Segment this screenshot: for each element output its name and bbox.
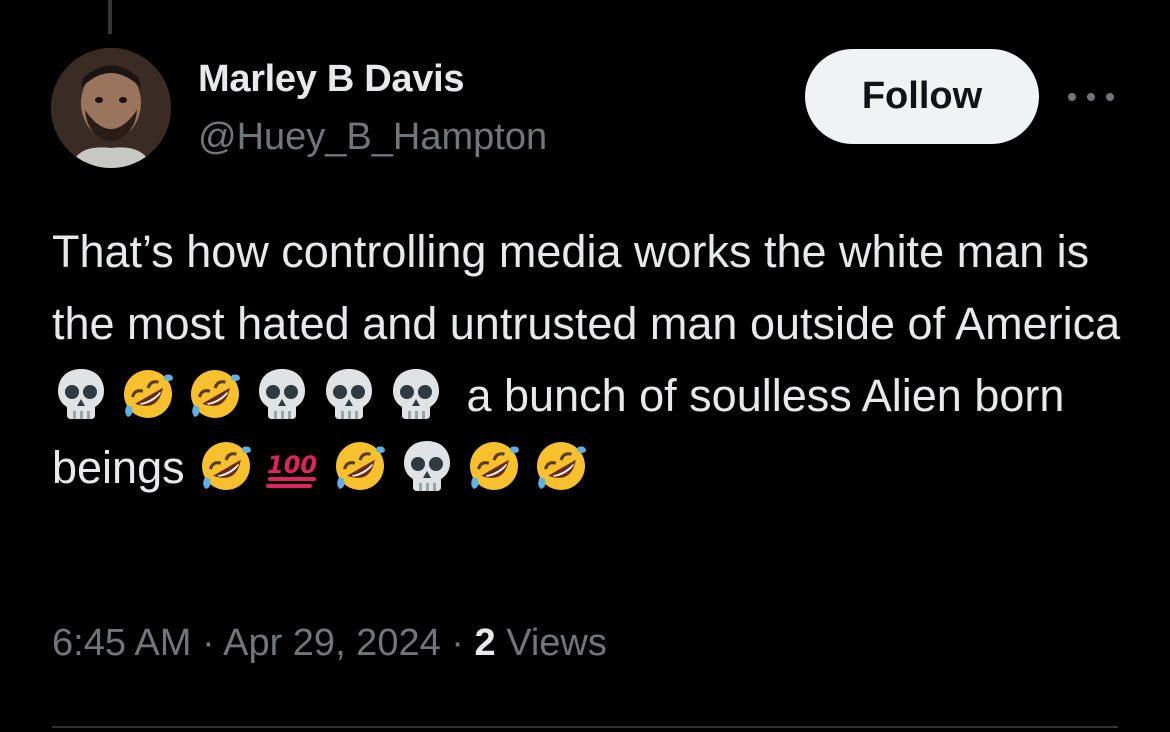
hundred-points-emoji-icon: 100 [264, 437, 322, 495]
tweet-text: That’s how controlling media works the w… [52, 216, 1132, 504]
follow-button[interactable]: Follow [805, 49, 1039, 144]
author-display-name[interactable]: Marley B Davis [198, 58, 464, 101]
meta-separator: · [440, 622, 475, 664]
views-count: 2 [474, 622, 496, 664]
rofl-emoji-icon [532, 437, 590, 495]
skull-emoji-icon [387, 365, 445, 423]
emoji-group-2: 100 [197, 441, 599, 493]
divider [52, 726, 1118, 728]
rofl-emoji-icon [331, 437, 389, 495]
views-label: Views [495, 622, 607, 664]
skull-emoji-icon [253, 365, 311, 423]
rofl-emoji-icon [186, 365, 244, 423]
skull-emoji-icon [320, 365, 378, 423]
tweet-date[interactable]: Apr 29, 2024 [223, 622, 441, 664]
tweet-time[interactable]: 6:45 AM [52, 622, 191, 664]
skull-emoji-icon [52, 365, 110, 423]
rofl-emoji-icon [197, 437, 255, 495]
more-horizontal-icon[interactable] [1068, 90, 1114, 104]
avatar[interactable] [51, 48, 171, 168]
svg-text:100: 100 [267, 451, 317, 479]
emoji-group-1 [52, 369, 454, 421]
meta-separator: · [191, 622, 224, 664]
rofl-emoji-icon [465, 437, 523, 495]
skull-emoji-icon [398, 437, 456, 495]
tweet-text-part1: That’s how controlling media works the w… [52, 226, 1121, 349]
author-handle[interactable]: @Huey_B_Hampton [198, 116, 547, 159]
thread-connector-line [108, 0, 112, 34]
tweet-meta: 6:45 AM · Apr 29, 2024 · 2 Views [52, 622, 607, 665]
rofl-emoji-icon [119, 365, 177, 423]
